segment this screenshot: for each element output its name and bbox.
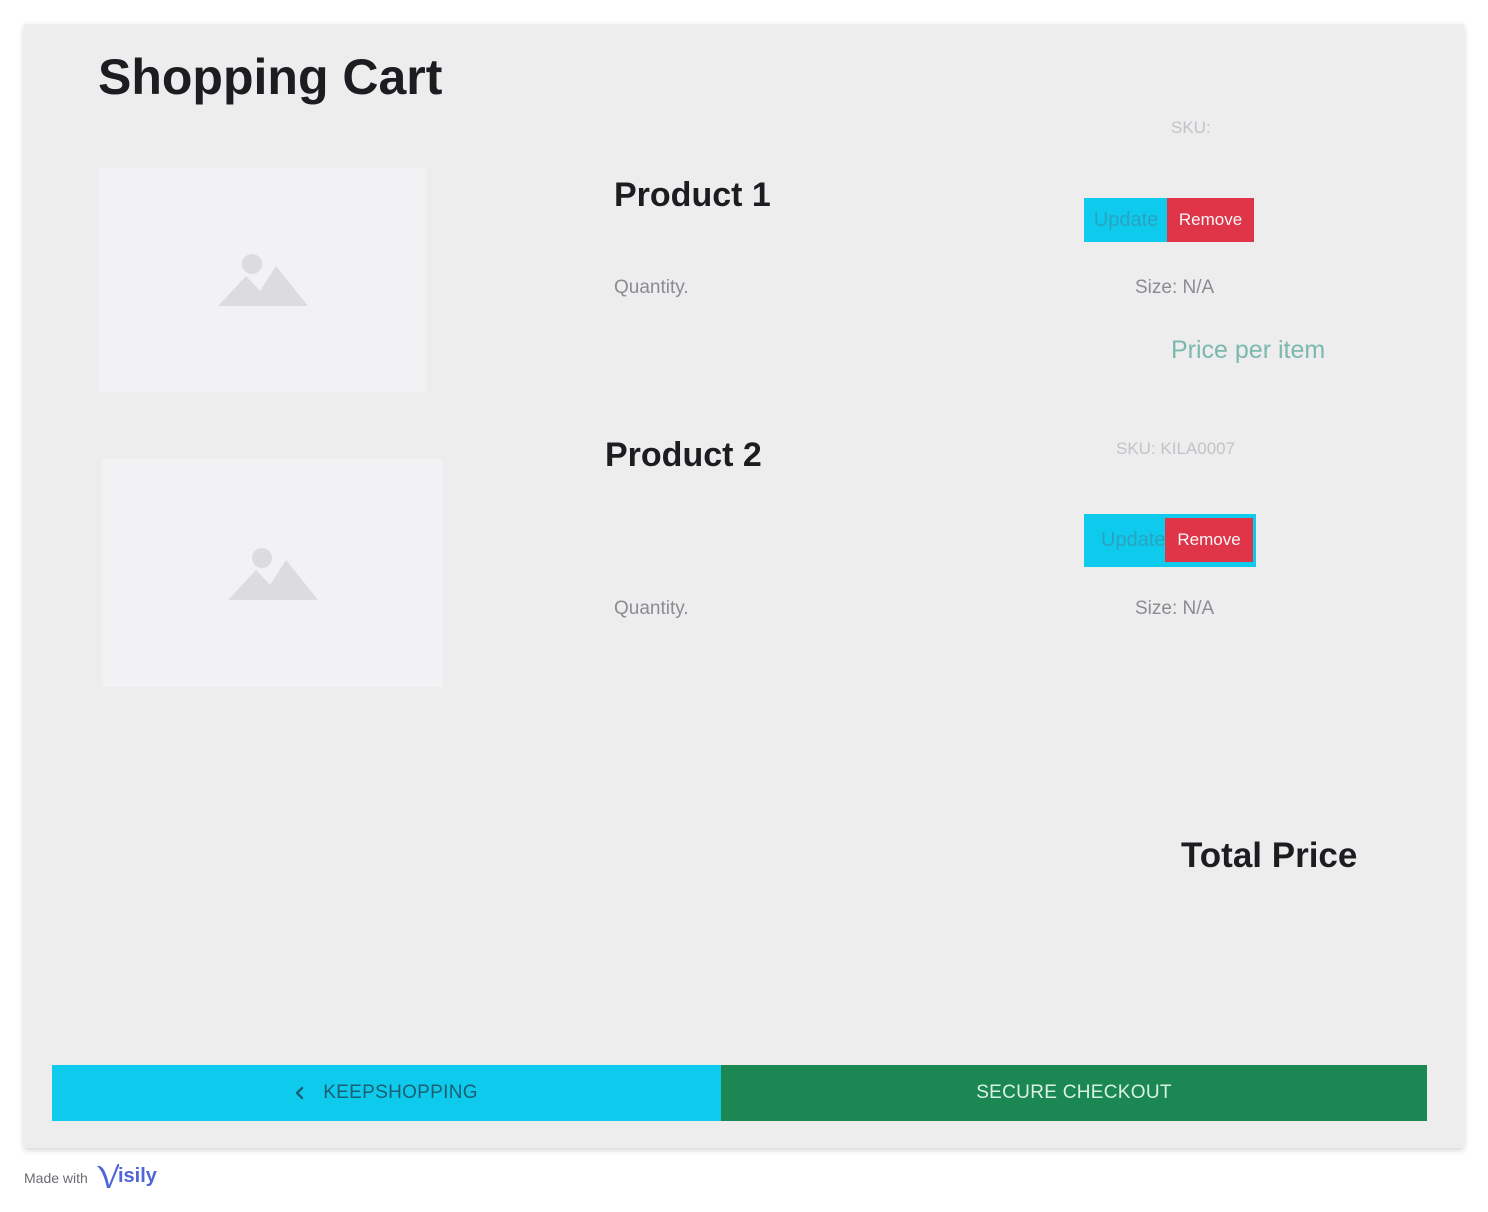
chevron-left-icon bbox=[295, 1086, 305, 1100]
product-1-name: Product 1 bbox=[614, 176, 771, 214]
image-placeholder-icon bbox=[228, 548, 318, 600]
made-with-label: Made with bbox=[24, 1170, 88, 1186]
visily-v-icon bbox=[97, 1163, 120, 1188]
total-price-label: Total Price bbox=[1181, 836, 1358, 875]
secure-checkout-button[interactable]: SECURE CHECKOUT bbox=[721, 1065, 1427, 1121]
image-placeholder-icon bbox=[218, 254, 308, 306]
product-2-quantity-label: Quantity. bbox=[614, 598, 689, 619]
product-2-image bbox=[102, 459, 443, 687]
product-1-remove-button[interactable]: Remove bbox=[1167, 198, 1254, 242]
product-1-image bbox=[98, 168, 426, 392]
visily-brand[interactable]: isily bbox=[96, 1163, 157, 1189]
keep-shopping-button[interactable]: KEEPSHOPPING bbox=[52, 1065, 721, 1121]
keep-shopping-label: KEEPSHOPPING bbox=[323, 1082, 478, 1103]
page-title: Shopping Cart bbox=[98, 49, 443, 105]
product-1-update-button[interactable]: Update bbox=[1084, 198, 1168, 242]
product-2-sku: SKU: KILA0007 bbox=[1116, 439, 1236, 458]
product-2-name: Product 2 bbox=[605, 436, 762, 474]
product-2-remove-button[interactable]: Remove bbox=[1165, 518, 1253, 562]
brand-name: isily bbox=[118, 1164, 157, 1187]
cart-page: Shopping Cart Product 1 SKU: Update Remo… bbox=[24, 24, 1464, 1148]
product-1-sku: SKU: bbox=[1171, 118, 1211, 137]
product-1-price-label: Price per item bbox=[1171, 336, 1326, 364]
product-1-size: Size: N/A bbox=[1135, 277, 1215, 298]
product-2-size: Size: N/A bbox=[1135, 598, 1215, 619]
product-1-quantity-label: Quantity. bbox=[614, 277, 689, 298]
